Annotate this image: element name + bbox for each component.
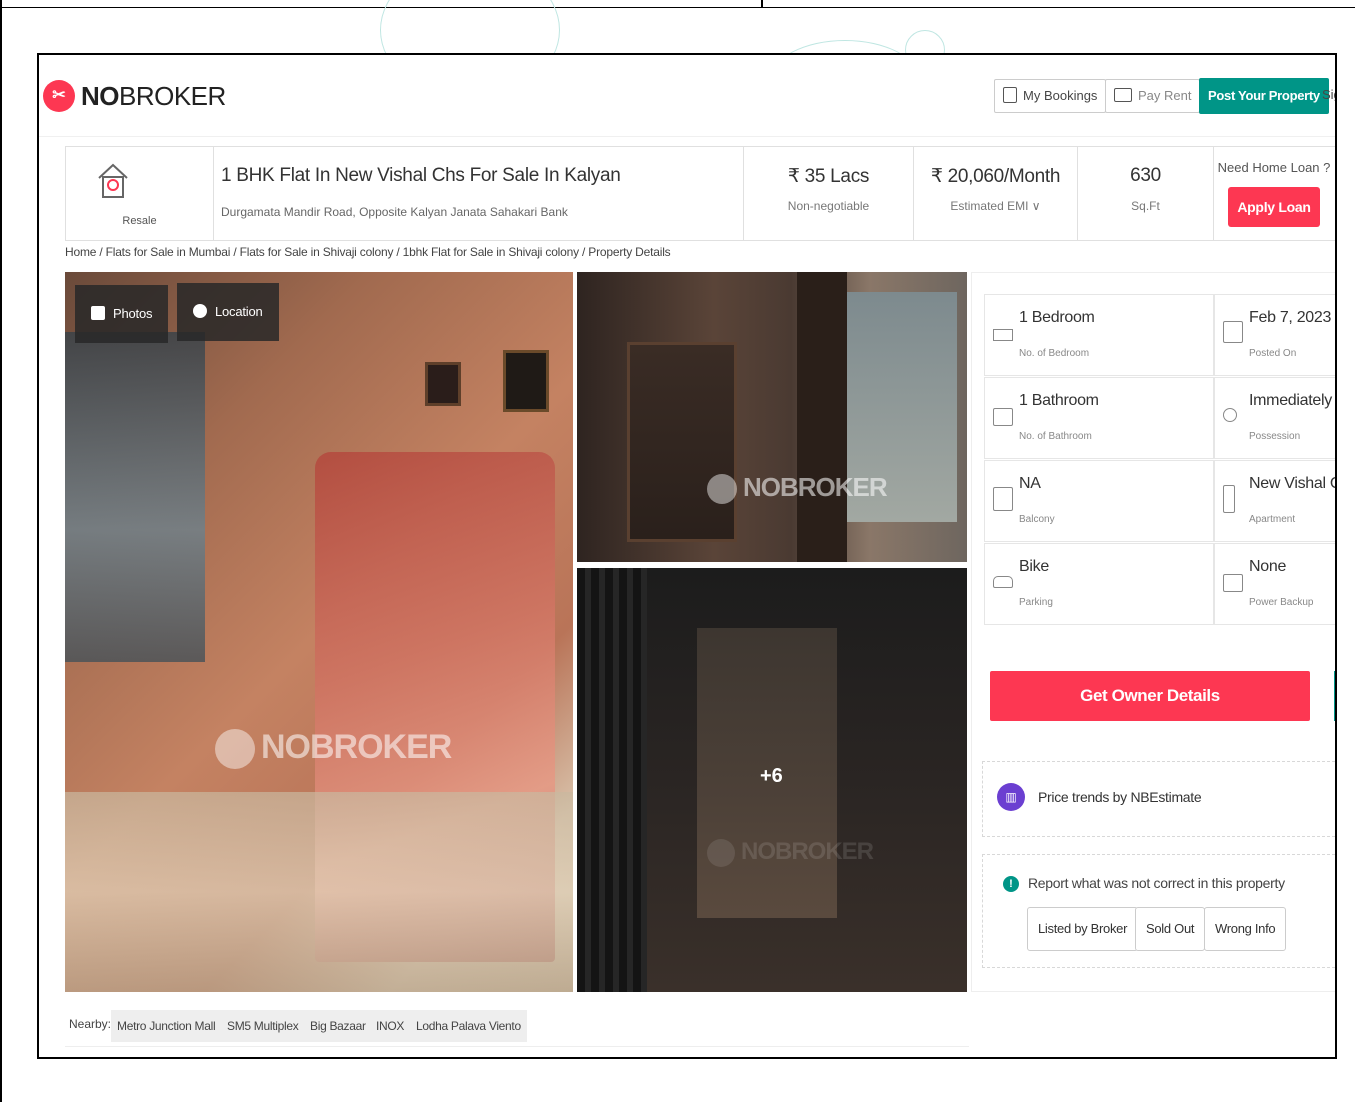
balcony-icon [993,487,1013,511]
price-trends-box[interactable]: ▥ Price trends by NBEstimate [982,761,1335,837]
get-owner-details-button[interactable]: Get Owner Details [990,671,1310,721]
detail-balcony: NA Balcony [984,460,1214,542]
detail-possession: Immediately Possession [1214,377,1335,459]
detail-parking: Bike Parking [984,543,1214,625]
property-type-cell: Resale [66,147,214,240]
camera-icon [91,305,105,320]
building-icon [1223,485,1235,513]
price-note: Non-negotiable [787,199,870,213]
photos-button[interactable]: Photos [75,285,169,343]
photo-watermark: NOBROKER [707,472,888,505]
home-loan-question: Need Home Loan ? [1217,160,1331,175]
browser-screenshot: ✂ NOBROKER My Bookings Pay Rent Post You… [37,53,1337,1059]
chart-icon: ▥ [997,783,1025,811]
price-trends-link[interactable]: Price trends by NBEstimate [1038,789,1202,805]
detail-power-backup: None Power Backup [1214,543,1335,625]
top-frame-cell-left [0,0,762,8]
secondary-property-photo[interactable]: NOBROKER [577,272,967,562]
sign-in-link[interactable]: Sig [1322,87,1335,102]
photo-watermark: NOBROKER [707,838,874,867]
key-icon [1223,408,1237,422]
pay-rent-button[interactable]: Pay Rent [1105,79,1201,113]
property-summary-bar: Resale 1 BHK Flat In New Vishal Chs For … [65,146,1335,241]
photo-grille [577,568,647,992]
report-wrong-info-button[interactable]: Wrong Info [1204,907,1287,951]
nearby-chip[interactable]: Lodha Palava Viento [410,1010,527,1042]
photo-floor [65,792,573,992]
nearby-chip[interactable]: Metro Junction Mall [111,1010,222,1042]
location-button[interactable]: Location [177,283,279,341]
photo-frame [503,350,549,412]
price-value: ₹ 35 Lacs [787,166,870,187]
alert-icon: ! [1003,876,1019,892]
emi-value: ₹ 20,060/Month [930,166,1061,187]
card-icon [1114,87,1132,102]
emi-dropdown[interactable]: Estimated EMI ∨ [914,199,1077,213]
photo-window [65,332,205,662]
top-frame-cell-right [762,0,1355,8]
nearby-chip[interactable]: Big Bazaar [304,1010,372,1042]
nobroker-logo-icon[interactable]: ✂ [43,80,75,112]
nearby-chip[interactable]: SM5 Multiplex [221,1010,305,1042]
detail-bedroom: 1 Bedroom No. of Bedroom [984,294,1214,376]
property-title-cell [214,147,744,240]
report-prompt: Report what was not correct in this prop… [1028,875,1285,891]
nearby-places-bar: Nearby: Metro Junction Mall SM5 Multiple… [65,1005,969,1047]
photo-watermark: NOBROKER [215,728,452,770]
detail-apartment: New Vishal Chs Apartment [1214,460,1335,542]
post-property-button[interactable]: Post Your Property [1199,78,1329,114]
photo-shelf [627,342,737,542]
loan-cell: Need Home Loan ? Apply Loan [1214,147,1335,240]
car-icon [993,576,1013,588]
area-cell: 630 Sq.Ft [1078,147,1214,240]
property-address: Durgamata Mandir Road, Opposite Kalyan J… [221,205,568,219]
bathtub-icon [993,408,1013,426]
more-photos-count: +6 [760,765,783,787]
property-details-panel: 1 Bedroom No. of Bedroom Feb 7, 2023 Pos… [971,272,1335,992]
my-bookings-button[interactable]: My Bookings [994,79,1107,113]
bed-icon [993,329,1013,341]
report-box: ! Report what was not correct in this pr… [982,854,1335,968]
compass-icon [193,303,207,318]
nobroker-logo[interactable]: NOBROKER [81,81,226,112]
battery-icon [1223,574,1243,592]
document-icon [1003,86,1017,103]
detail-posted-on: Feb 7, 2023 Posted On [1214,294,1335,376]
property-type-label: Resale [122,215,157,227]
more-photos-tile[interactable]: NOBROKER +6 [577,568,967,992]
apply-loan-button[interactable]: Apply Loan [1228,187,1320,227]
detail-bathroom: 1 Bathroom No. of Bathroom [984,377,1214,459]
nearby-chip[interactable]: INOX [370,1010,411,1042]
photo-door [797,272,847,562]
price-cell: ₹ 35 Lacs Non-negotiable [744,147,914,240]
property-title: 1 BHK Flat In New Vishal Chs For Sale In… [221,165,621,186]
nearby-label: Nearby: [69,1017,112,1031]
shortlist-button-edge[interactable] [1334,671,1335,721]
breadcrumb[interactable]: Home / Flats for Sale in Mumbai / Flats … [65,245,671,259]
photo-frame [425,362,461,406]
main-property-photo[interactable]: NOBROKER [65,272,573,992]
calendar-icon [1223,321,1243,343]
report-sold-out-button[interactable]: Sold Out [1135,907,1206,951]
report-listed-by-broker-button[interactable]: Listed by Broker [1027,907,1139,951]
house-icon [98,163,128,198]
area-unit: Sq.Ft [1131,199,1160,213]
area-value: 630 [1130,165,1161,186]
site-header: ✂ NOBROKER My Bookings Pay Rent Post You… [39,55,1335,137]
emi-cell[interactable]: ₹ 20,060/Month Estimated EMI ∨ [914,147,1078,240]
